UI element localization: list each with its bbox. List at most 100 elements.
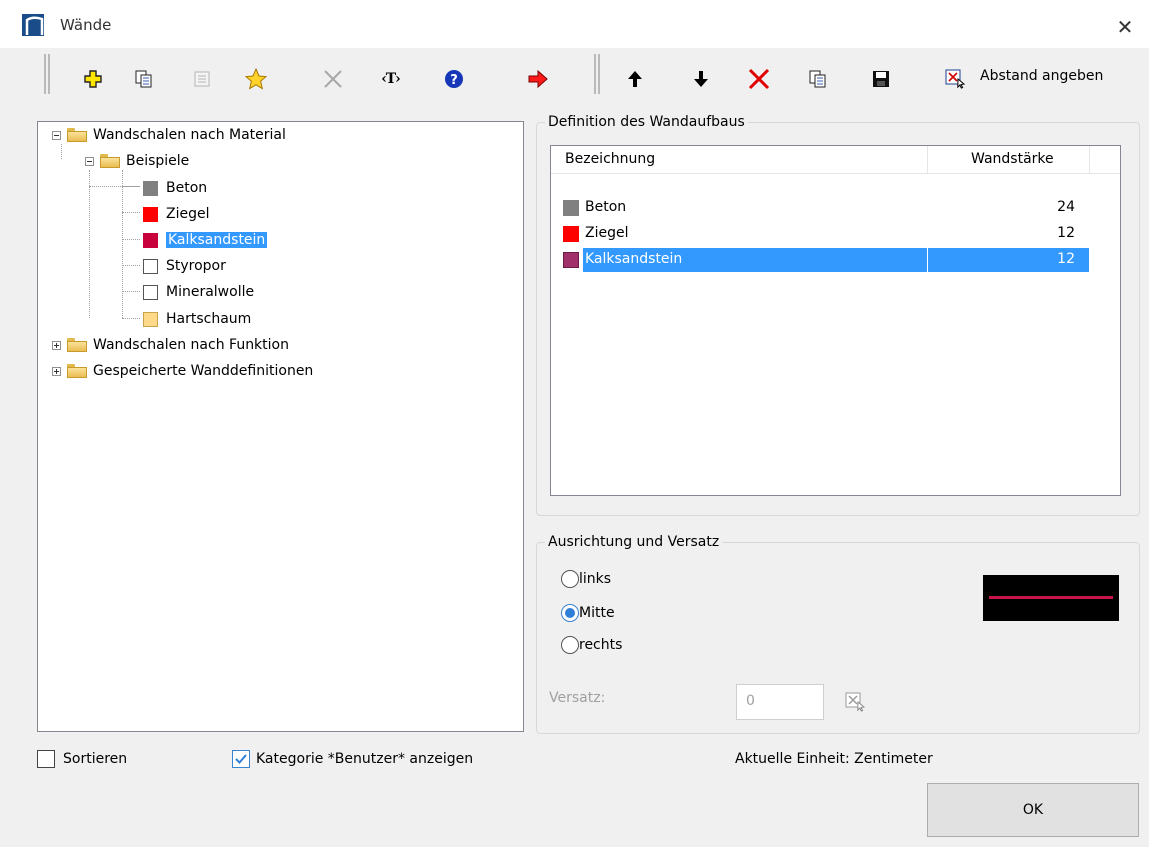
copy-button[interactable] <box>131 66 157 92</box>
column-header-wandstaerke[interactable]: Wandstärke <box>971 151 1054 167</box>
sort-checkbox-row[interactable]: Sortieren <box>37 750 127 768</box>
category-label: Kategorie *Benutzer* anzeigen <box>256 751 474 767</box>
properties-button <box>189 66 215 92</box>
expand-icon[interactable] <box>52 366 61 376</box>
tree-item-beton[interactable]: Beton <box>143 178 207 198</box>
tree-item-ziegel[interactable]: Ziegel <box>143 204 209 224</box>
ok-button[interactable]: OK <box>927 783 1139 837</box>
pick-distance-icon <box>845 692 866 712</box>
tree-node-label: Gespeicherte Wanddefinitionen <box>93 363 314 379</box>
move-down-icon <box>694 71 708 87</box>
folder-icon <box>67 128 87 142</box>
list-header: Bezeichnung Wandstärke <box>551 146 1120 174</box>
color-swatch <box>143 180 158 196</box>
color-swatch <box>143 232 158 248</box>
color-swatch <box>143 284 158 300</box>
remove-button[interactable] <box>746 66 772 92</box>
collapse-icon[interactable] <box>52 130 61 140</box>
save-icon <box>873 71 889 87</box>
radio-button[interactable] <box>561 636 579 654</box>
unit-label: Aktuelle Einheit: Zentimeter <box>735 751 933 767</box>
save-button[interactable] <box>868 66 894 92</box>
tree-item-label: Hartschaum <box>166 311 252 327</box>
tree-node-wandschalen-material[interactable]: Wandschalen nach Material <box>52 125 286 145</box>
category-checkbox[interactable] <box>232 750 250 768</box>
list-row[interactable]: Ziegel 12 <box>561 222 1089 246</box>
definition-group-title: Definition des Wandaufbaus <box>545 114 748 130</box>
material-tree[interactable]: Wandschalen nach Material Beispiele Beto… <box>37 121 524 732</box>
move-up-icon <box>628 71 642 87</box>
text-tag-button[interactable]: ‹T› <box>378 66 404 92</box>
radio-mitte[interactable]: Mitte <box>561 604 615 622</box>
title-bar <box>0 0 1149 48</box>
toolbar-grip-2[interactable] <box>594 54 600 94</box>
app-icon <box>22 14 44 36</box>
move-down-button[interactable] <box>688 66 714 92</box>
delete-button <box>320 66 346 92</box>
copy-icon <box>809 70 826 88</box>
add-button[interactable] <box>80 66 106 92</box>
wall-layer-list[interactable]: Bezeichnung Wandstärke Beton 24 Ziegel 1… <box>550 145 1121 496</box>
tree-item-label: Beton <box>166 180 208 196</box>
tree-item-styropor[interactable]: Styropor <box>143 256 226 276</box>
list-row-selected[interactable]: Kalksandstein 12 <box>561 248 1089 272</box>
toolbar-grip[interactable] <box>44 54 50 94</box>
radio-links[interactable]: links <box>561 570 611 588</box>
versatz-input[interactable]: 0 <box>736 684 824 720</box>
radio-button-selected[interactable] <box>561 604 579 622</box>
radio-button[interactable] <box>561 570 579 588</box>
folder-icon <box>67 338 87 352</box>
color-swatch <box>563 200 579 216</box>
tree-node-label: Beispiele <box>126 153 190 169</box>
versatz-pick-button[interactable] <box>844 690 870 720</box>
tree-node-beispiele[interactable]: Beispiele <box>85 151 189 171</box>
collapse-icon[interactable] <box>85 156 94 166</box>
folder-icon <box>100 154 120 168</box>
text-tag-icon: ‹T› <box>381 71 401 87</box>
tree-node-wandschalen-funktion[interactable]: Wandschalen nach Funktion <box>52 335 289 355</box>
favorite-button[interactable] <box>243 66 269 92</box>
close-button[interactable]: ✕ <box>1112 14 1138 40</box>
checkmark-icon <box>235 754 247 764</box>
expand-icon[interactable] <box>52 340 61 350</box>
color-swatch <box>143 311 158 327</box>
close-icon: ✕ <box>1116 15 1134 39</box>
tree-node-gespeicherte[interactable]: Gespeicherte Wanddefinitionen <box>52 361 313 381</box>
tree-item-label: Mineralwolle <box>166 284 255 300</box>
tree-item-label: Styropor <box>166 258 226 274</box>
remove-icon <box>748 68 770 90</box>
copy-list-button[interactable] <box>805 66 831 92</box>
sort-label: Sortieren <box>63 751 128 767</box>
color-swatch <box>143 258 158 274</box>
tree-item-hartschaum[interactable]: Hartschaum <box>143 309 251 329</box>
svg-text:?: ? <box>450 73 458 88</box>
alignment-preview <box>983 575 1119 621</box>
folder-icon <box>67 364 87 378</box>
abstand-angeben-button[interactable]: Abstand angeben <box>980 68 1103 84</box>
radio-rechts[interactable]: rechts <box>561 636 622 654</box>
transfer-button[interactable] <box>525 66 551 92</box>
delete-cross-icon <box>324 70 342 88</box>
list-row[interactable]: Beton 24 <box>561 196 1089 220</box>
tree-item-kalksandstein[interactable]: Kalksandstein <box>143 230 268 250</box>
column-header-bezeichnung[interactable]: Bezeichnung <box>565 151 655 167</box>
help-button[interactable]: ? <box>441 66 467 92</box>
abstand-button-icon[interactable] <box>943 66 969 92</box>
favorite-star-icon <box>244 67 268 90</box>
color-swatch <box>143 206 158 222</box>
tree-item-mineralwolle[interactable]: Mineralwolle <box>143 282 254 302</box>
add-icon <box>84 70 102 88</box>
properties-icon <box>194 71 210 87</box>
pick-distance-icon <box>945 69 966 89</box>
sort-checkbox[interactable] <box>37 750 55 768</box>
move-up-button[interactable] <box>622 66 648 92</box>
tree-node-label: Wandschalen nach Material <box>93 127 286 143</box>
versatz-label: Versatz: <box>549 690 606 706</box>
alignment-groupbox <box>536 542 1140 734</box>
alignment-group-title: Ausrichtung und Versatz <box>545 534 723 550</box>
color-swatch <box>563 252 579 268</box>
tree-item-label-selected: Kalksandstein <box>166 232 268 248</box>
tree-item-label: Ziegel <box>166 206 210 222</box>
category-checkbox-row[interactable]: Kategorie *Benutzer* anzeigen <box>232 750 473 768</box>
copy-icon <box>135 70 152 88</box>
